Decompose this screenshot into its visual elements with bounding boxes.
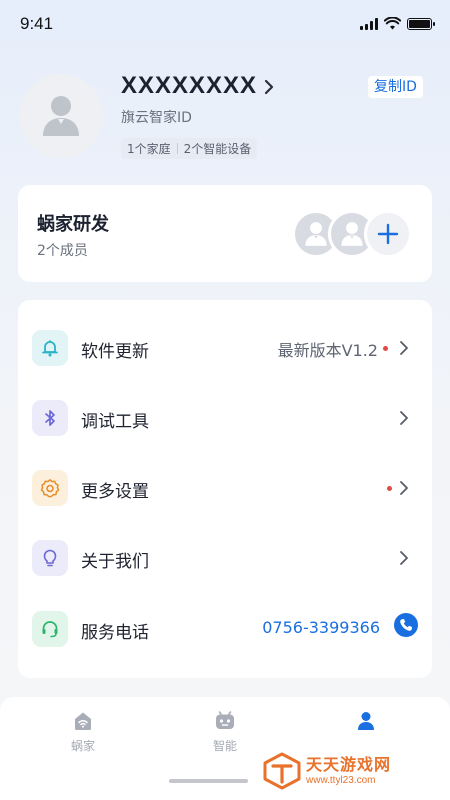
watermark: 天天游戏网 www.ttyl23.com — [262, 751, 391, 791]
user-name[interactable]: XXXXXXXX — [121, 72, 257, 100]
wifi-icon — [384, 17, 401, 30]
menu-item-label: 更多设置 — [81, 482, 149, 502]
chevron-right-icon — [400, 481, 408, 495]
family-members-count: 2个成员 — [37, 243, 88, 259]
family-count-tag: 1个家庭 — [127, 142, 171, 156]
service-phone-number[interactable]: 0756-3399366 — [262, 618, 380, 637]
profile-tags: 1个家庭 2个智能设备 — [121, 138, 258, 159]
menu-item-label: 关于我们 — [81, 552, 149, 572]
menu-item-about-us[interactable]: 关于我们 — [18, 523, 432, 593]
call-button[interactable] — [394, 613, 418, 637]
copy-id-button[interactable]: 复制ID — [368, 76, 423, 98]
plus-icon — [377, 223, 399, 245]
family-card[interactable]: 蜗家研发 2个成员 — [18, 185, 432, 282]
tab-profile[interactable] — [336, 710, 396, 737]
status-time: 9:41 — [20, 14, 54, 33]
menu-item-debug-tools[interactable]: 调试工具 — [18, 383, 432, 453]
watermark-logo-icon — [263, 752, 301, 790]
home-indicator[interactable] — [169, 779, 248, 783]
bluetooth-icon — [32, 400, 68, 436]
add-member-button[interactable] — [364, 210, 412, 258]
signal-icon — [360, 17, 378, 30]
tab-smart-label: 智能 — [212, 739, 237, 753]
chevron-right-icon — [400, 551, 408, 565]
settings-badge-dot — [387, 486, 392, 491]
tab-home[interactable]: 蜗家 — [53, 710, 113, 754]
phone-icon — [400, 619, 412, 631]
device-count-tag: 2个智能设备 — [183, 142, 252, 156]
user-avatar[interactable] — [19, 74, 103, 158]
headset-icon — [32, 611, 68, 647]
version-value: 最新版本V1.2 — [277, 341, 378, 360]
robot-icon — [214, 710, 236, 732]
menu-item-label: 服务电话 — [81, 623, 149, 643]
tab-smart[interactable]: 智能 — [195, 710, 255, 754]
person-icon — [43, 96, 79, 136]
user-id-label: 旗云智家ID — [121, 110, 192, 126]
chevron-right-icon[interactable] — [259, 77, 279, 97]
menu-item-service-phone[interactable]: 服务电话 0756-3399366 — [18, 594, 432, 664]
profile-icon — [355, 710, 377, 732]
battery-icon — [407, 17, 435, 30]
lightbulb-icon — [32, 540, 68, 576]
settings-menu: 软件更新 最新版本V1.2 调试工具 更多设置 关于我们 服务电话 0756-3… — [18, 300, 432, 678]
menu-item-software-update[interactable]: 软件更新 最新版本V1.2 — [18, 313, 432, 383]
watermark-url: www.ttyl23.com — [306, 774, 376, 786]
chevron-right-icon — [400, 341, 408, 355]
home-icon — [72, 710, 94, 732]
menu-item-label: 调试工具 — [81, 412, 149, 432]
person-icon — [341, 222, 363, 246]
bell-icon — [32, 330, 68, 366]
tab-home-label: 蜗家 — [70, 739, 95, 753]
watermark-title: 天天游戏网 — [306, 754, 392, 774]
gear-icon — [32, 470, 68, 506]
status-icons — [360, 17, 435, 30]
menu-item-label: 软件更新 — [81, 342, 149, 362]
menu-item-more-settings[interactable]: 更多设置 — [18, 453, 432, 523]
update-badge-dot — [383, 346, 388, 351]
chevron-right-icon — [400, 411, 408, 425]
status-bar: 9:41 — [0, 0, 450, 48]
person-icon — [305, 222, 327, 246]
family-title: 蜗家研发 — [37, 214, 109, 235]
